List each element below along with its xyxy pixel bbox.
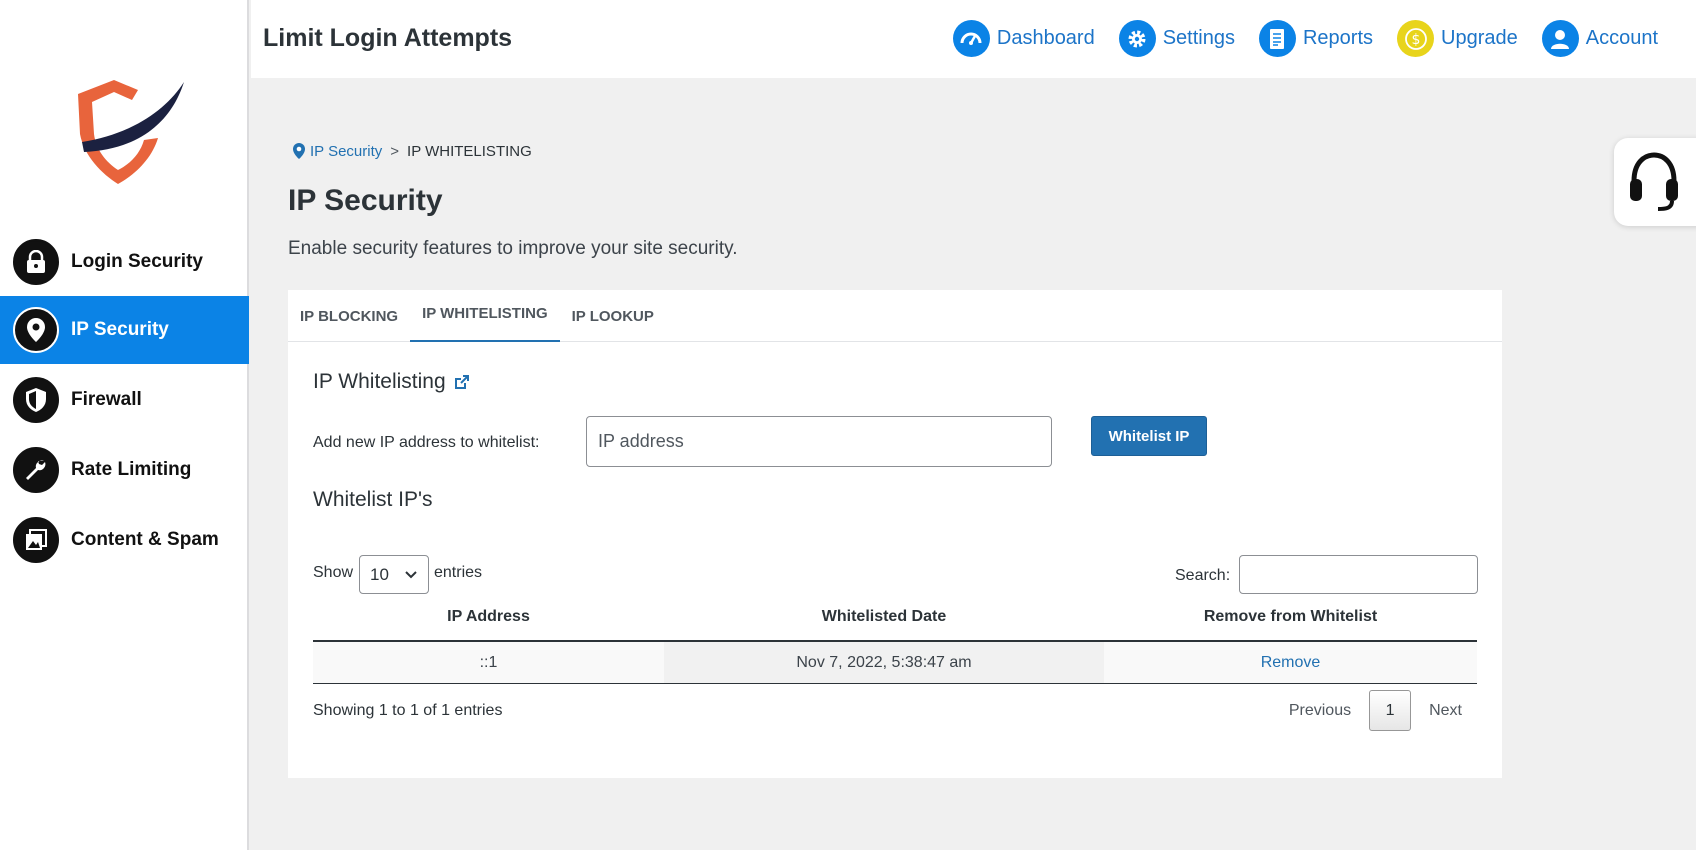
table-info: Showing 1 to 1 of 1 entries — [313, 702, 503, 719]
cell-whitelisted-date: Nov 7, 2022, 5:38:47 am — [664, 642, 1104, 683]
nav-settings[interactable]: Settings — [1118, 20, 1235, 57]
previous-button[interactable]: Previous — [1271, 702, 1369, 720]
nav-label: Reports — [1302, 27, 1374, 49]
column-header-ip-address[interactable]: IP Address — [313, 594, 664, 640]
whitelist-list-title: Whitelist IP's — [313, 488, 433, 511]
wrench-icon — [13, 447, 59, 493]
top-nav: Dashboard Settings Reports $ Upgrade Acc… — [952, 20, 1696, 57]
content-panel: IP BLOCKING IP WHITELISTING IP LOOKUP IP… — [288, 290, 1502, 778]
section-title-text: IP Whitelisting — [313, 370, 446, 393]
nav-label: Upgrade — [1441, 27, 1518, 49]
nav-label: Settings — [1162, 27, 1235, 49]
nav-reports[interactable]: Reports — [1258, 20, 1374, 57]
page-subtitle: Enable security features to improve your… — [288, 238, 738, 259]
breadcrumb-current: IP WHITELISTING — [407, 142, 532, 160]
sidebar-item-label: Login Security — [71, 251, 203, 272]
sidebar-item-label: Rate Limiting — [71, 459, 192, 480]
page-number-button[interactable]: 1 — [1369, 690, 1412, 731]
app-title: Limit Login Attempts — [263, 24, 513, 52]
page-length-select[interactable]: 10 — [359, 555, 429, 594]
table-header: IP Address Whitelisted Date Remove from … — [313, 594, 1477, 642]
location-pin-icon — [293, 143, 305, 159]
sidebar-item-label: Content & Spam — [71, 529, 219, 550]
sidebar-item-login-security[interactable]: Login Security — [0, 228, 249, 296]
gear-icon — [1118, 20, 1156, 57]
cell-ip-address: ::1 — [313, 642, 664, 683]
image-gallery-icon — [13, 517, 59, 563]
column-header-whitelisted-date[interactable]: Whitelisted Date — [664, 594, 1104, 640]
page-title: IP Security — [288, 184, 443, 217]
sidebar-item-firewall[interactable]: Firewall — [0, 366, 249, 434]
cell-remove: Remove — [1104, 642, 1477, 683]
column-header-remove[interactable]: Remove from Whitelist — [1104, 594, 1477, 640]
sidebar-item-content-spam[interactable]: Content & Spam — [0, 506, 249, 574]
sidebar: Login Security IP Security Firewall Rate… — [0, 0, 249, 850]
table-row: ::1 Nov 7, 2022, 5:38:47 am Remove — [313, 642, 1477, 684]
support-widget[interactable] — [1614, 138, 1696, 226]
nav-account[interactable]: Account — [1541, 20, 1658, 57]
section-title: IP Whitelisting — [313, 370, 470, 394]
sidebar-item-ip-security[interactable]: IP Security — [0, 296, 249, 364]
tab-ip-whitelisting[interactable]: IP WHITELISTING — [410, 290, 560, 342]
chevron-down-icon — [405, 570, 417, 578]
breadcrumb-separator: > — [390, 142, 400, 160]
external-link-icon[interactable] — [454, 374, 470, 390]
top-header: Limit Login Attempts Dashboard Settings … — [251, 0, 1696, 78]
page-length-value: 10 — [370, 564, 389, 584]
add-ip-label: Add new IP address to whitelist: — [313, 434, 540, 451]
whitelist-ip-button[interactable]: Whitelist IP — [1091, 416, 1207, 456]
location-pin-icon — [13, 307, 59, 353]
nav-label: Account — [1585, 27, 1658, 49]
remove-link[interactable]: Remove — [1261, 654, 1321, 672]
svg-text:$: $ — [1411, 32, 1420, 48]
dollar-icon: $ — [1397, 20, 1435, 57]
lock-icon — [13, 239, 59, 285]
whitelist-table: IP Address Whitelisted Date Remove from … — [313, 594, 1477, 684]
sidebar-item-rate-limiting[interactable]: Rate Limiting — [0, 436, 249, 504]
sidebar-item-label: Firewall — [71, 389, 142, 410]
search-input[interactable] — [1239, 555, 1478, 594]
report-icon — [1258, 20, 1296, 57]
tab-ip-blocking[interactable]: IP BLOCKING — [288, 290, 410, 342]
next-button[interactable]: Next — [1411, 702, 1480, 720]
search-label: Search: — [1175, 567, 1231, 584]
show-label: Show — [313, 564, 354, 581]
nav-upgrade[interactable]: $ Upgrade — [1397, 20, 1518, 57]
tab-bar: IP BLOCKING IP WHITELISTING IP LOOKUP — [288, 290, 1502, 342]
sidebar-item-label: IP Security — [71, 319, 169, 340]
shield-icon — [13, 377, 59, 423]
nav-dashboard[interactable]: Dashboard — [952, 20, 1095, 57]
shield-logo — [78, 80, 184, 184]
headset-icon — [1630, 152, 1678, 211]
nav-label: Dashboard — [996, 27, 1095, 49]
tab-ip-lookup[interactable]: IP LOOKUP — [560, 290, 666, 342]
breadcrumb: IP Security > IP WHITELISTING — [292, 142, 532, 160]
dashboard-icon — [952, 20, 990, 57]
ip-address-input[interactable] — [586, 416, 1052, 467]
entries-label: entries — [434, 564, 483, 581]
pagination: Previous 1 Next — [1271, 690, 1480, 731]
breadcrumb-link-ip-security[interactable]: IP Security — [310, 143, 382, 160]
user-icon — [1541, 20, 1579, 57]
